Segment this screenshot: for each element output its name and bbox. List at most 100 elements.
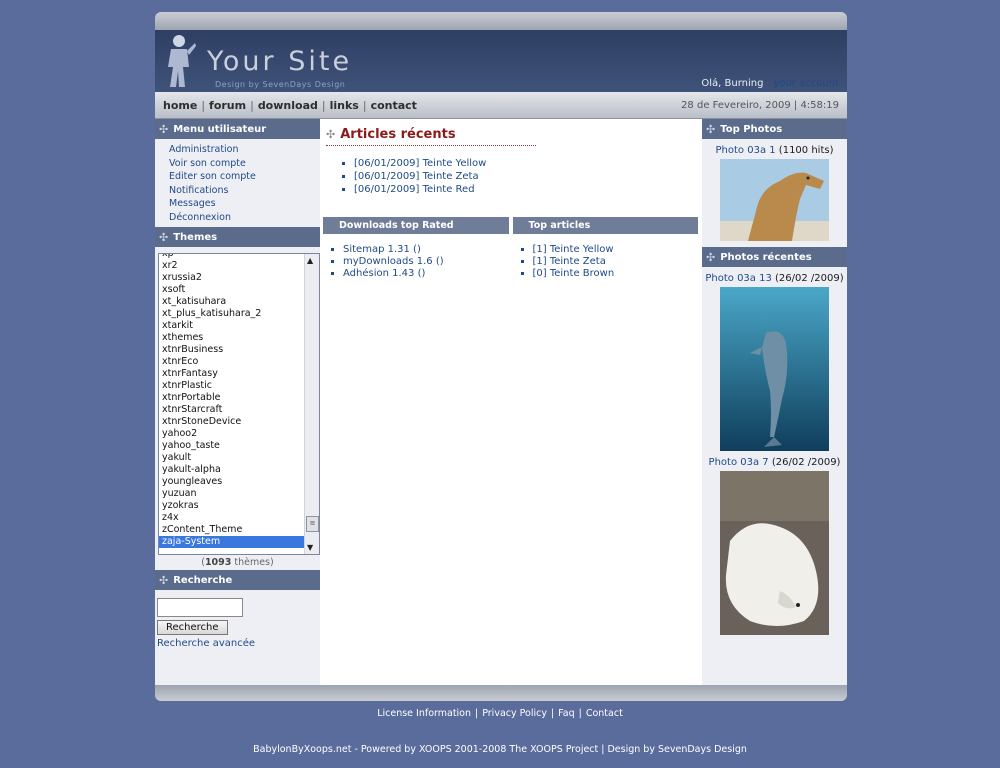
menu-item-notifications[interactable]: Notifications xyxy=(169,185,228,196)
download-link[interactable]: Sitemap 1.31 () xyxy=(343,244,421,255)
theme-option[interactable]: xtnrPlastic xyxy=(159,380,304,392)
plus-icon: ✣ xyxy=(159,230,169,244)
theme-option[interactable]: xtnrPortable xyxy=(159,392,304,404)
top-cap xyxy=(155,12,847,30)
theme-option[interactable]: xtnrBusiness xyxy=(159,344,304,356)
nav-contact[interactable]: contact xyxy=(371,99,417,112)
theme-option[interactable]: xt_plus_katisuhara_2 xyxy=(159,308,304,320)
theme-option[interactable]: xsoft xyxy=(159,284,304,296)
downloads-list: Sitemap 1.31 () myDownloads 1.6 () Adhés… xyxy=(343,244,509,280)
recent-photo-block-1: Photo 03a 13 (26/02 /2009) xyxy=(702,267,847,451)
theme-option[interactable]: yzokras xyxy=(159,500,304,512)
theme-option[interactable]: zContent_Theme xyxy=(159,524,304,536)
camel-photo-image[interactable] xyxy=(720,159,829,241)
theme-option[interactable]: xtnrFantasy xyxy=(159,368,304,380)
themes-listbox[interactable]: xp xr2 xrussia2 xsoft xt_katisuhara xt_plus_k… xyxy=(158,253,320,555)
theme-option[interactable]: xrussia2 xyxy=(159,272,304,284)
plus-icon: ✣ xyxy=(326,128,336,141)
theme-option[interactable]: xtnrEco xyxy=(159,356,304,368)
nav-links-page[interactable]: links xyxy=(330,99,359,112)
menu-item-view-account[interactable]: Voir son compte xyxy=(169,158,246,169)
theme-option[interactable]: yahoo_taste xyxy=(159,440,304,452)
footer-credits: BabylonByXoops.net - Powered by XOOPS 20… xyxy=(253,744,747,755)
footer-links: License Information | Privacy Policy | Faq | C… xyxy=(377,708,623,719)
footer-privacy-link[interactable]: Privacy Policy xyxy=(482,708,547,719)
scroll-down-icon[interactable]: ▼ xyxy=(307,543,313,552)
theme-option[interactable]: xthemes xyxy=(159,332,304,344)
top-article-link[interactable]: [1] Teinte Zeta xyxy=(533,256,606,267)
article-link[interactable]: [06/01/2009] Teinte Red xyxy=(354,184,475,195)
theme-option[interactable]: xtarkit xyxy=(159,320,304,332)
nav-bar: home | forum | download | links | contact 28 de … xyxy=(155,92,847,119)
main-boxes: Downloads top Rated Sitemap 1.31 () myDo… xyxy=(320,217,702,280)
menu-item-edit-account[interactable]: Editer son compte xyxy=(169,171,256,182)
top-photo-link[interactable]: Photo 03a 1 xyxy=(716,145,776,156)
dolphin-photo-image[interactable] xyxy=(720,287,829,451)
right-column: ✣ Top Photos Photo 03a 1 (1100 hits) ✣ Pho… xyxy=(702,119,847,685)
account-link[interactable]: your account xyxy=(773,78,839,89)
search-button[interactable]: Recherche xyxy=(157,620,228,635)
page-body: ✣ Menu utilisateur Administration Voir so… xyxy=(155,119,847,685)
download-link[interactable]: myDownloads 1.6 () xyxy=(343,256,444,267)
polar-bear-photo-image[interactable] xyxy=(720,471,829,635)
theme-option[interactable]: z4x xyxy=(159,512,304,524)
bottom-cap xyxy=(155,685,847,701)
download-link[interactable]: Adhésion 1.43 () xyxy=(343,268,425,279)
theme-option[interactable]: xt_katisuhara xyxy=(159,296,304,308)
nav-home[interactable]: home xyxy=(163,99,197,112)
theme-option[interactable]: zaja-System xyxy=(159,536,304,548)
design-credit: Design by SevenDays Design xyxy=(215,80,346,89)
nav-forum[interactable]: forum xyxy=(209,99,246,112)
top-photo-block: Photo 03a 1 (1100 hits) xyxy=(702,139,847,241)
site-header: Your Site Design by SevenDays Design Olá… xyxy=(155,30,847,92)
articles-list: [06/01/2009] Teinte Yellow [06/01/2009] … xyxy=(354,158,702,197)
theme-option[interactable]: xr2 xyxy=(159,260,304,272)
footer-license-link[interactable]: License Information xyxy=(377,708,471,719)
theme-option[interactable]: yakult-alpha xyxy=(159,464,304,476)
advanced-search-link[interactable]: Recherche avancée xyxy=(157,638,318,649)
themes-count: (1093 thèmes) xyxy=(201,557,274,568)
recent-photo-caption: Photo 03a 13 (26/02 /2009) xyxy=(705,273,844,284)
theme-option[interactable]: yahoo2 xyxy=(159,428,304,440)
page-container: Your Site Design by SevenDays Design Olá… xyxy=(155,12,847,702)
footer-contact-link[interactable]: Contact xyxy=(586,708,623,719)
top-article-link[interactable]: [1] Teinte Yellow xyxy=(533,244,614,255)
top-article-link[interactable]: [0] Teinte Brown xyxy=(533,268,615,279)
theme-option[interactable]: youngleaves xyxy=(159,476,304,488)
footer-faq-link[interactable]: Faq xyxy=(558,708,574,719)
article-link[interactable]: [06/01/2009] Teinte Zeta xyxy=(354,171,479,182)
themes-scrollbar[interactable]: ▲ ≡ ▼ xyxy=(304,254,319,554)
theme-option[interactable]: xtnrStarcraft xyxy=(159,404,304,416)
menu-block-header: ✣ Menu utilisateur xyxy=(155,119,320,139)
nav-download[interactable]: download xyxy=(258,99,318,112)
recent-photo-caption: Photo 03a 7 (26/02 /2009) xyxy=(708,457,841,468)
site-title[interactable]: Your Site xyxy=(207,46,352,77)
current-date: 28 de Fevereiro, 2009 | 4:58:19 xyxy=(681,99,839,111)
menu-item-logout[interactable]: Déconnexion xyxy=(169,212,231,223)
theme-option[interactable]: xp xyxy=(159,254,304,260)
plus-icon: ✣ xyxy=(159,122,169,136)
theme-option[interactable]: xtnrStoneDevice xyxy=(159,416,304,428)
top-photo-caption: Photo 03a 1 (1100 hits) xyxy=(715,145,834,156)
recent-photo-block-2: Photo 03a 7 (26/02 /2009) xyxy=(702,451,847,635)
articles-title: ✣ Articles récents xyxy=(326,127,536,146)
theme-option[interactable]: yakult xyxy=(159,452,304,464)
logo-figure-icon xyxy=(168,35,196,87)
scroll-thumb[interactable]: ≡ xyxy=(306,516,319,532)
downloads-box-header: Downloads top Rated xyxy=(323,217,509,234)
top-articles-list: [1] Teinte Yellow [1] Teinte Zeta [0] Te… xyxy=(533,244,699,280)
theme-option[interactable]: yuzuan xyxy=(159,488,304,500)
menu-item-messages[interactable]: Messages xyxy=(169,198,216,209)
search-input[interactable] xyxy=(157,598,243,617)
themes-list[interactable]: xp xr2 xrussia2 xsoft xt_katisuhara xt_plus_k… xyxy=(159,254,304,548)
recent-photo-link[interactable]: Photo 03a 7 xyxy=(709,457,769,468)
user-menu: Administration Voir son compte Editer so… xyxy=(155,139,320,227)
plus-icon: ✣ xyxy=(706,250,716,264)
menu-item-administration[interactable]: Administration xyxy=(169,144,239,155)
recent-photo-link[interactable]: Photo 03a 13 xyxy=(705,273,771,284)
search-area: Recherche Recherche avancée xyxy=(155,590,320,657)
search-block-header: ✣ Recherche xyxy=(155,570,320,590)
top-articles-box-header: Top articles xyxy=(512,217,698,234)
scroll-up-icon[interactable]: ▲ xyxy=(307,256,313,265)
article-link[interactable]: [06/01/2009] Teinte Yellow xyxy=(354,158,486,169)
